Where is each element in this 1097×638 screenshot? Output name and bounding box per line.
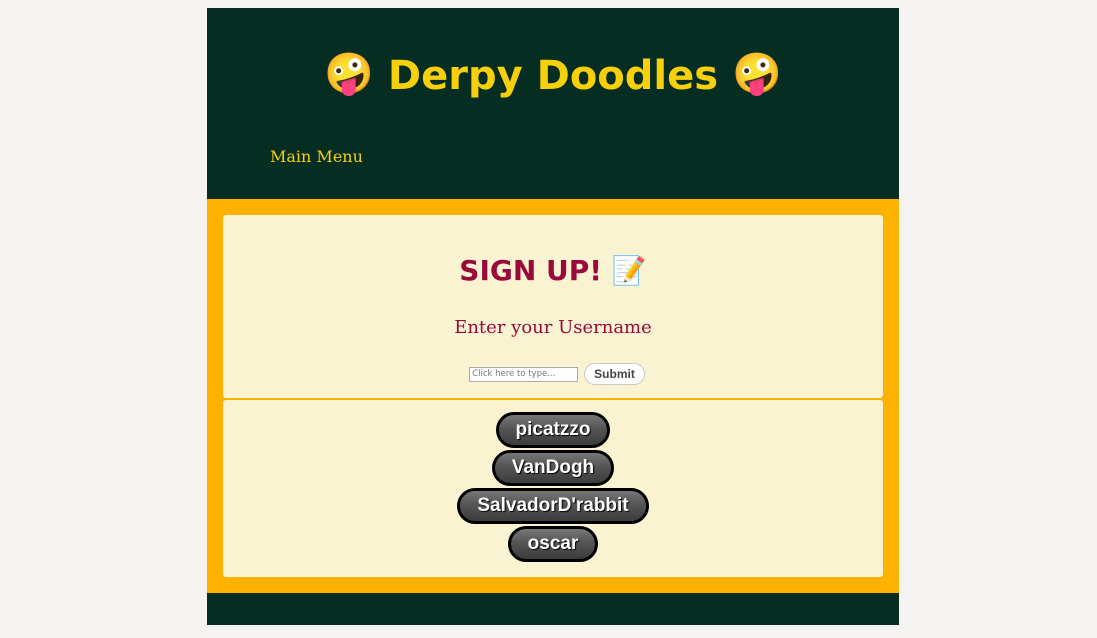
signup-card: SIGN UP! 📝 Enter your Username Submit xyxy=(223,215,883,398)
user-list-card: picatzzo VanDogh SalvadorD'rabbit oscar xyxy=(223,400,883,577)
signup-title: SIGN UP! 📝 xyxy=(223,253,883,289)
page-container: 🤪 Derpy Doodles 🤪 Main Menu SIGN UP! 📝 E… xyxy=(207,8,899,625)
user-list: picatzzo VanDogh SalvadorD'rabbit oscar xyxy=(223,412,883,562)
site-title-text: Derpy Doodles xyxy=(387,53,719,99)
user-button[interactable]: VanDogh xyxy=(491,450,615,486)
signup-form: Submit xyxy=(223,363,883,385)
site-title: 🤪 Derpy Doodles 🤪 xyxy=(207,50,899,104)
user-button[interactable]: SalvadorD'rabbit xyxy=(457,488,649,524)
user-button[interactable]: oscar xyxy=(507,526,599,562)
zany-face-icon: 🤪 xyxy=(732,51,782,97)
zany-face-icon: 🤪 xyxy=(324,51,374,97)
site-header: 🤪 Derpy Doodles 🤪 Main Menu xyxy=(207,8,899,199)
username-prompt: Enter your Username xyxy=(454,317,652,338)
signup-title-text: SIGN UP! xyxy=(459,254,603,287)
main-menu-link[interactable]: Main Menu xyxy=(270,147,363,166)
username-input[interactable] xyxy=(469,366,579,382)
content-band: SIGN UP! 📝 Enter your Username Submit pi… xyxy=(207,199,899,593)
submit-button[interactable]: Submit xyxy=(584,363,645,385)
memo-icon: 📝 xyxy=(611,254,647,287)
user-button[interactable]: picatzzo xyxy=(495,412,611,448)
